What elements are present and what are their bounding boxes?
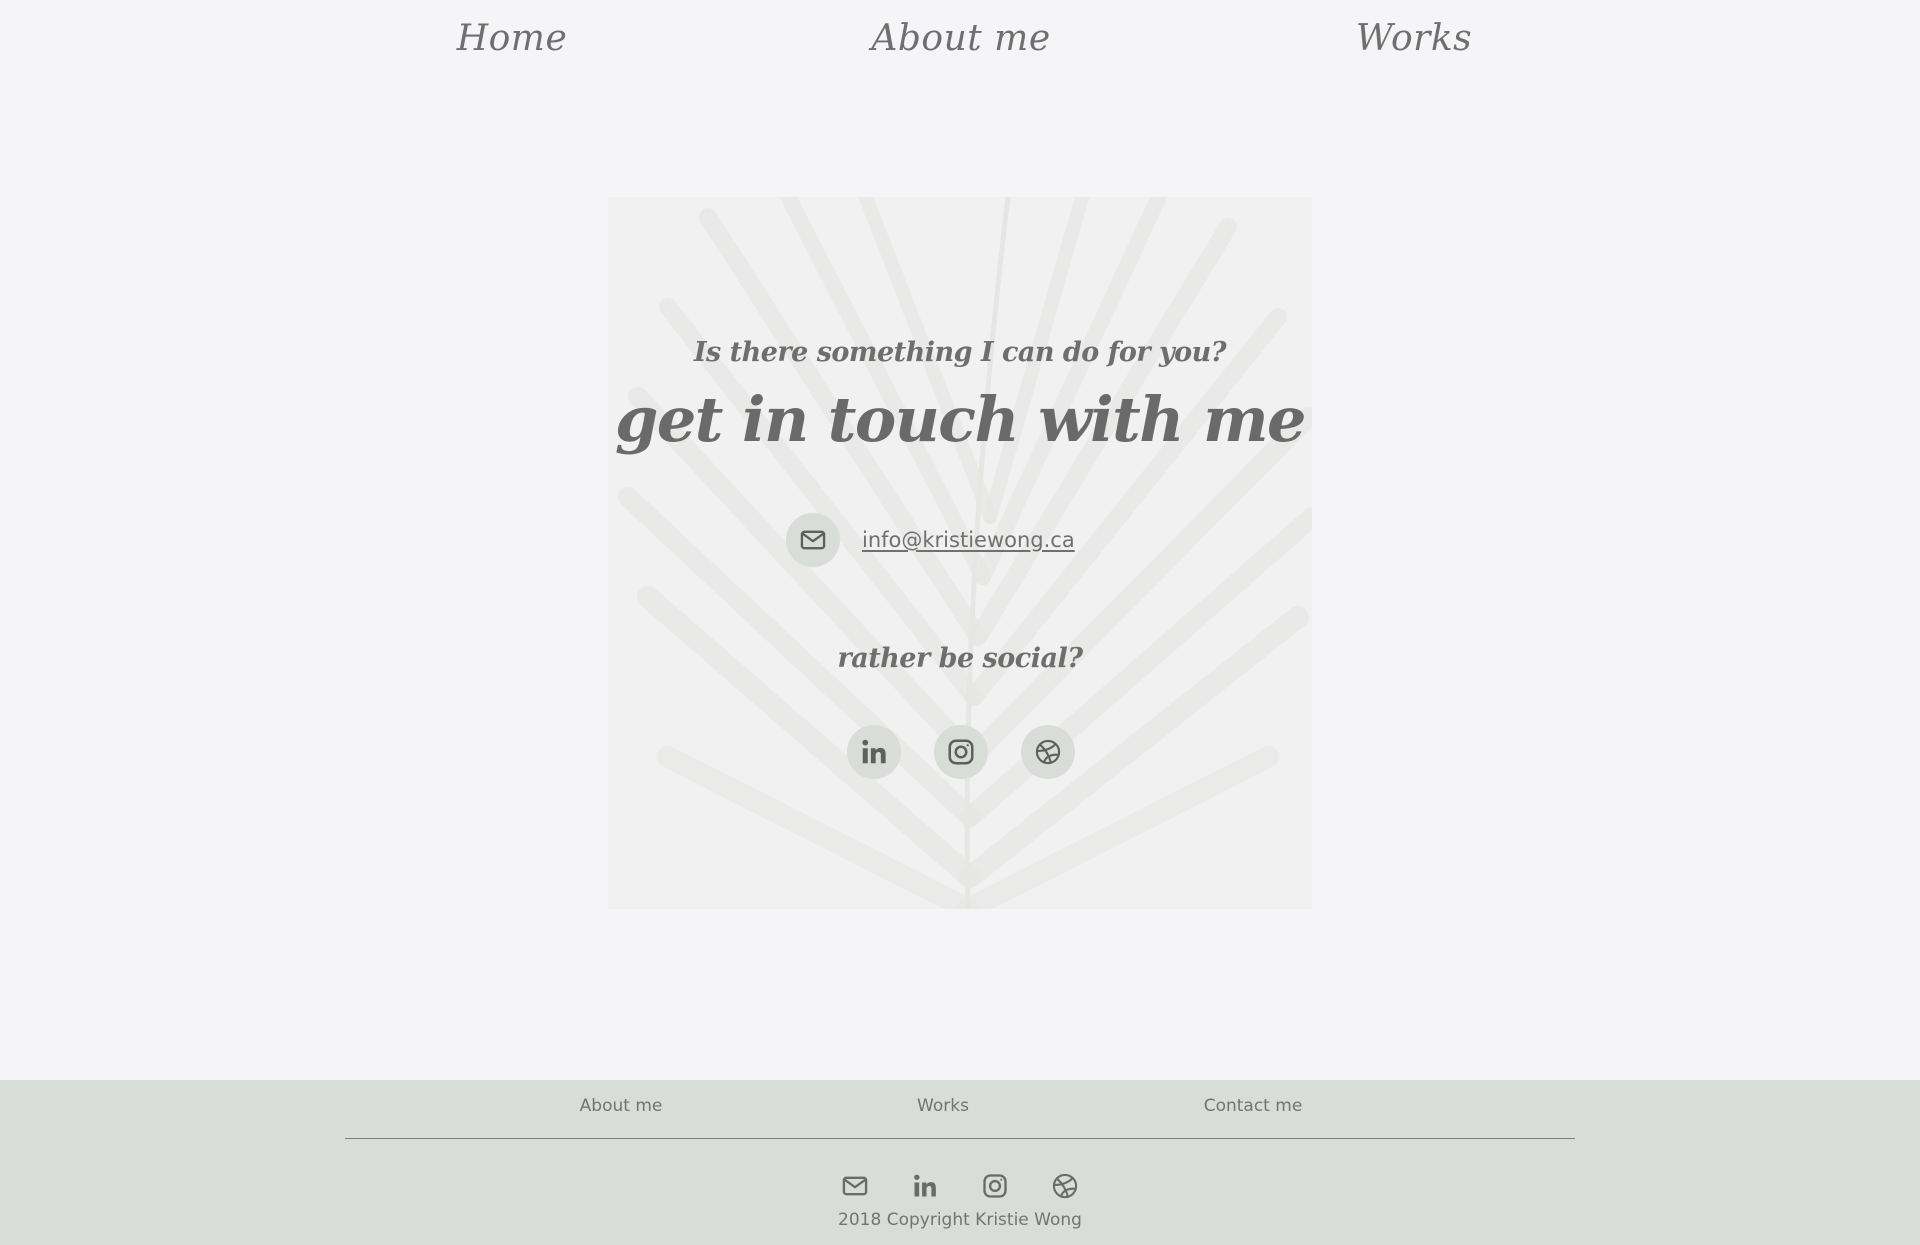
email-link[interactable]: info@kristiewong.ca — [862, 528, 1075, 552]
contact-prompt: Is there something I can do for you? — [693, 337, 1227, 368]
footer-link-works[interactable]: Works — [917, 1096, 969, 1116]
nav-about-link[interactable]: About me — [871, 18, 1050, 59]
contact-card: Is there something I can do for you? get… — [608, 197, 1312, 909]
footer: About me Works Contact me 2018 Copyright… — [0, 1080, 1920, 1245]
footer-link-contact[interactable]: Contact me — [1204, 1096, 1303, 1116]
linkedin-icon[interactable] — [847, 725, 901, 779]
social-prompt: rather be social? — [837, 643, 1083, 674]
dribbble-icon[interactable] — [1021, 725, 1075, 779]
linkedin-icon[interactable] — [911, 1172, 939, 1200]
footer-link-about[interactable]: About me — [580, 1096, 663, 1116]
top-nav: Home About me Works — [0, 0, 1920, 95]
instagram-icon[interactable] — [981, 1172, 1009, 1200]
envelope-icon[interactable] — [786, 513, 840, 567]
nav-home-link[interactable]: Home — [457, 18, 568, 59]
copyright-text: 2018 Copyright Kristie Wong — [838, 1210, 1082, 1230]
envelope-icon[interactable] — [841, 1172, 869, 1200]
contact-content: Is there something I can do for you? get… — [608, 197, 1312, 909]
social-icons — [847, 725, 1075, 779]
email-row: info@kristiewong.ca — [786, 513, 1075, 567]
footer-divider — [345, 1138, 1575, 1139]
footer-social-icons — [0, 1172, 1920, 1200]
nav-works-link[interactable]: Works — [1356, 18, 1472, 59]
dribbble-icon[interactable] — [1051, 1172, 1079, 1200]
contact-headline: get in touch with me — [615, 383, 1307, 456]
instagram-icon[interactable] — [934, 725, 988, 779]
page: Home About me Works Is there something I… — [0, 0, 1920, 1245]
